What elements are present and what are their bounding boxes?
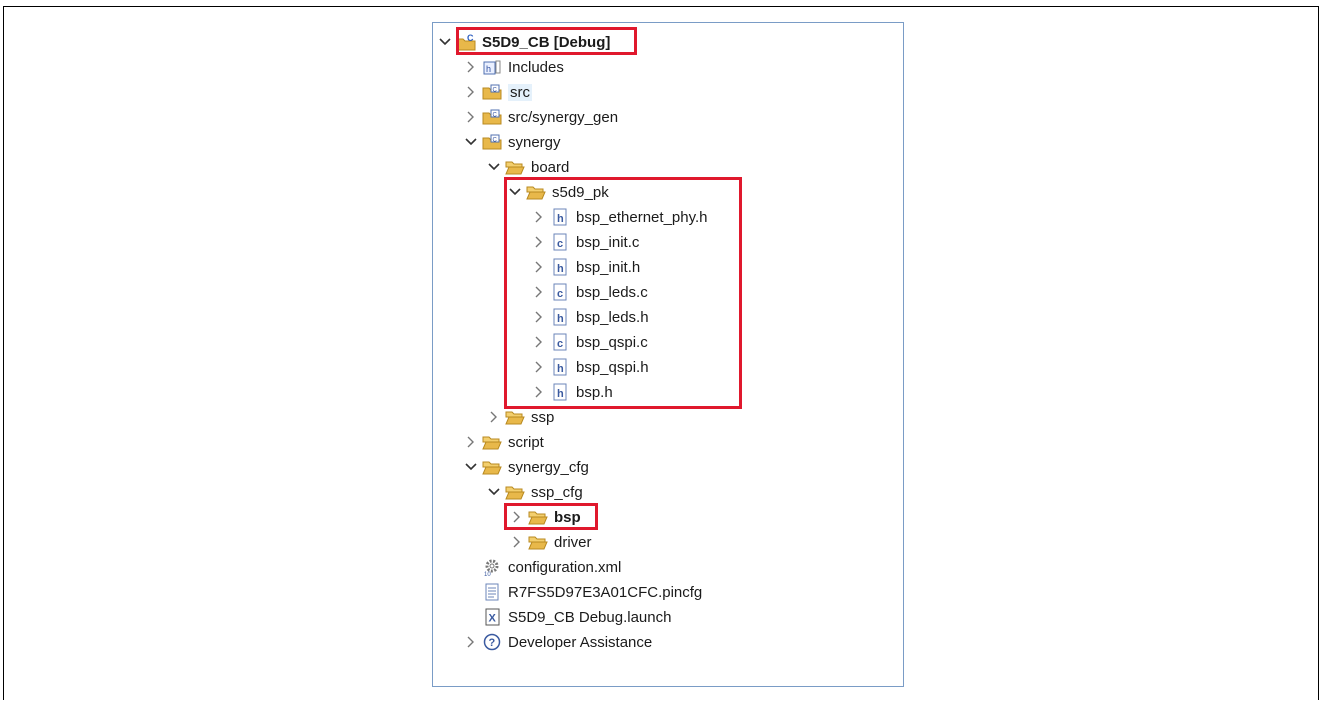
folder-open-icon bbox=[482, 458, 502, 476]
tree-item-label: driver bbox=[554, 533, 592, 551]
chevron-down-icon[interactable] bbox=[438, 35, 452, 49]
chevron-right-icon[interactable] bbox=[464, 635, 478, 649]
tree-item-includes[interactable]: h Includes bbox=[464, 56, 564, 78]
tree-item-label: S5D9_CB Debug.launch bbox=[508, 608, 672, 626]
tree-item-label: board bbox=[531, 158, 570, 176]
highlight-box-project bbox=[456, 27, 637, 55]
tree-item-label: Developer Assistance bbox=[508, 633, 653, 651]
source-folder-icon: C bbox=[482, 83, 502, 101]
chevron-right-icon[interactable] bbox=[464, 110, 478, 124]
tree-item-driver[interactable]: driver bbox=[510, 531, 592, 553]
tree-item-label: ssp_cfg bbox=[531, 483, 583, 501]
tree-item-src-synergy-gen[interactable]: C src/synergy_gen bbox=[464, 106, 618, 128]
folder-open-icon bbox=[505, 158, 525, 176]
tree-item-script[interactable]: script bbox=[464, 431, 544, 453]
svg-text:C: C bbox=[493, 88, 498, 94]
tree-item-label: ssp bbox=[531, 408, 555, 426]
tree-item-label: script bbox=[508, 433, 544, 451]
help-icon: ? bbox=[482, 633, 502, 651]
tree-item-launch[interactable]: X S5D9_CB Debug.launch bbox=[482, 606, 671, 628]
chevron-down-icon[interactable] bbox=[464, 135, 478, 149]
tree-item-label: synergy_cfg bbox=[508, 458, 589, 476]
folder-open-icon bbox=[528, 533, 548, 551]
tree-item-developer-assistance[interactable]: ? Developer Assistance bbox=[464, 631, 652, 653]
launch-file-icon: X bbox=[482, 608, 502, 626]
chevron-right-icon[interactable] bbox=[464, 85, 478, 99]
tree-item-label: synergy bbox=[508, 133, 561, 151]
svg-text:h: h bbox=[486, 64, 491, 74]
tree-item-label: src bbox=[508, 83, 532, 101]
tree-item-synergy[interactable]: C synergy bbox=[464, 131, 561, 153]
highlight-box-s5d9-pk bbox=[504, 177, 742, 409]
chevron-right-icon[interactable] bbox=[510, 535, 524, 549]
chevron-right-icon[interactable] bbox=[464, 60, 478, 74]
highlight-box-bsp bbox=[504, 503, 598, 530]
chevron-down-icon[interactable] bbox=[464, 460, 478, 474]
chevron-down-icon[interactable] bbox=[487, 160, 501, 174]
tree-item-ssp-cfg[interactable]: ssp_cfg bbox=[487, 481, 583, 503]
project-explorer-tree: C S5D9_CB [Debug] h Includes C src C src… bbox=[432, 22, 904, 687]
gear-icon: 10 bbox=[482, 558, 502, 576]
svg-text:10: 10 bbox=[484, 572, 491, 576]
tree-item-ssp[interactable]: ssp bbox=[487, 406, 554, 428]
folder-open-icon bbox=[482, 433, 502, 451]
svg-text:X: X bbox=[489, 613, 497, 625]
includes-icon: h bbox=[482, 58, 502, 76]
tree-item-pincfg[interactable]: R7FS5D97E3A01CFC.pincfg bbox=[482, 581, 702, 603]
tree-item-synergy-cfg[interactable]: synergy_cfg bbox=[464, 456, 589, 478]
tree-item-label: configuration.xml bbox=[508, 558, 622, 576]
source-folder-icon: C bbox=[482, 108, 502, 126]
tree-item-label: Includes bbox=[508, 58, 564, 76]
tree-item-configuration-xml[interactable]: 10 configuration.xml bbox=[482, 556, 621, 578]
folder-open-icon bbox=[505, 483, 525, 501]
tree-item-label: src/synergy_gen bbox=[508, 108, 619, 126]
tree-item-board[interactable]: board bbox=[487, 156, 569, 178]
chevron-down-icon[interactable] bbox=[487, 485, 501, 499]
chevron-right-icon[interactable] bbox=[464, 435, 478, 449]
source-folder-icon: C bbox=[482, 133, 502, 151]
text-file-icon bbox=[482, 583, 502, 601]
tree-item-label: R7FS5D97E3A01CFC.pincfg bbox=[508, 583, 703, 601]
svg-text:C: C bbox=[493, 138, 498, 144]
svg-text:C: C bbox=[493, 113, 498, 119]
chevron-right-icon[interactable] bbox=[487, 410, 501, 424]
svg-text:?: ? bbox=[489, 637, 496, 649]
tree-item-src[interactable]: C src bbox=[464, 81, 532, 103]
folder-open-icon bbox=[505, 408, 525, 426]
